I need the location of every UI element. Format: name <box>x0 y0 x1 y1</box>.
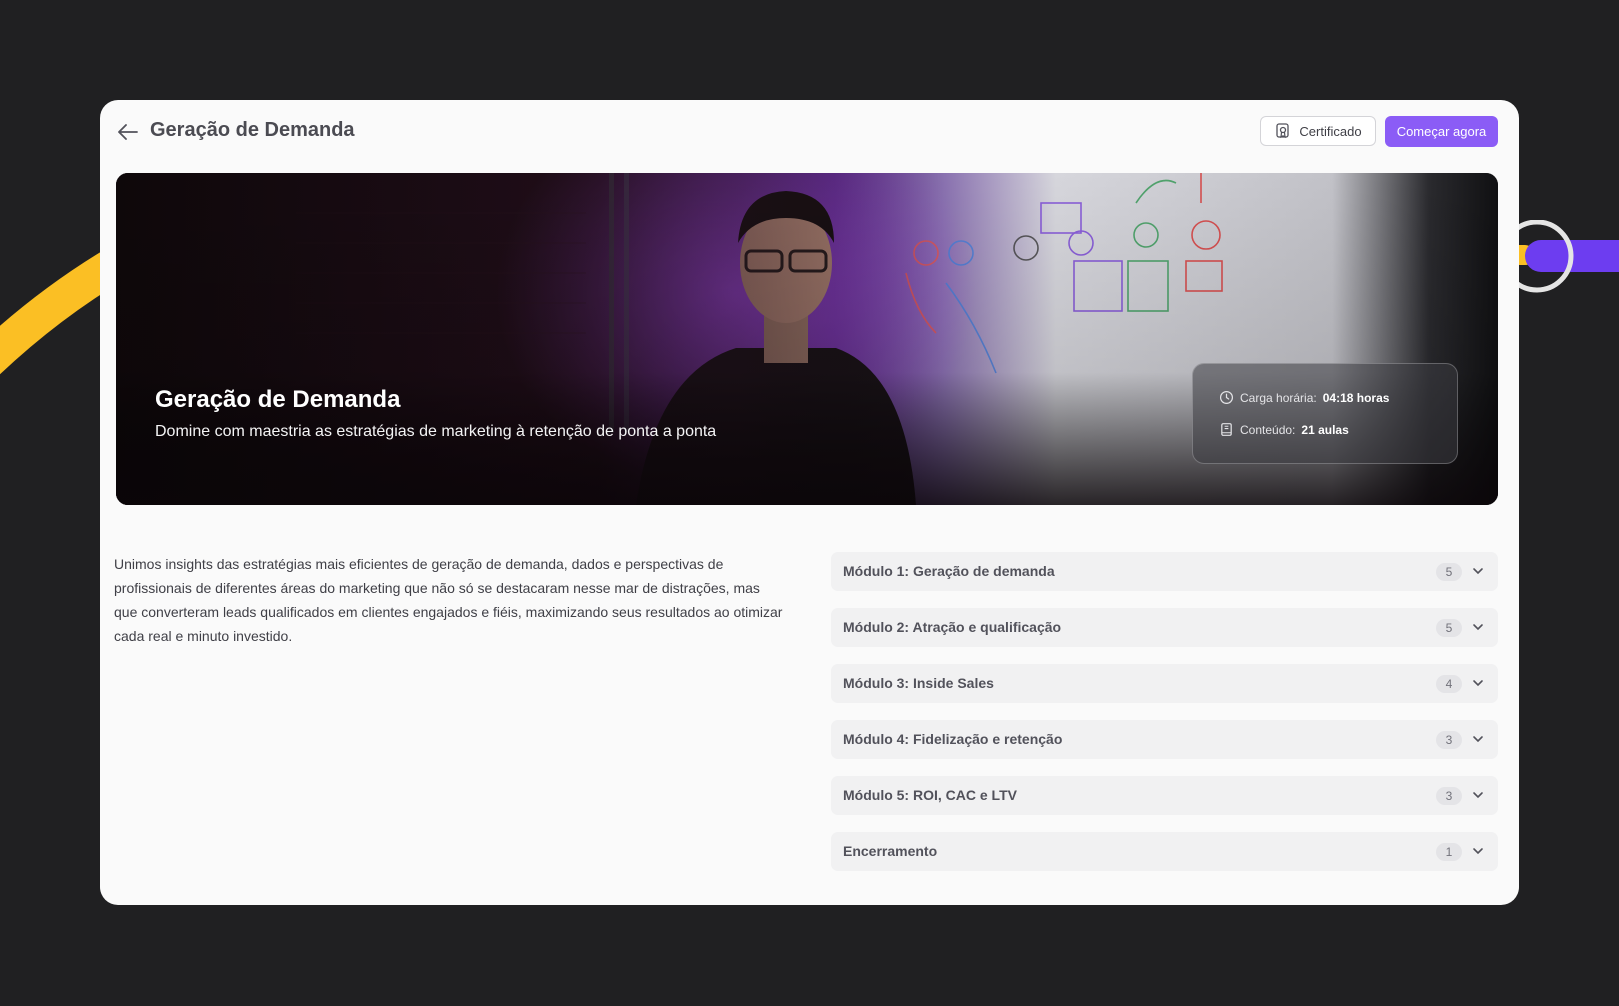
lesson-count-badge: 3 <box>1436 787 1462 805</box>
chevron-down-icon <box>1473 848 1483 855</box>
module-title: Encerramento <box>843 843 938 859</box>
top-bar: Geração de Demanda Certificado Começar a… <box>100 100 1519 164</box>
workload-label: Carga horária: <box>1240 390 1317 405</box>
content-value: 21 aulas <box>1301 422 1349 437</box>
arrow-left-icon <box>118 124 138 140</box>
module-title: Módulo 1: Geração de demanda <box>843 563 1055 579</box>
lesson-count-badge: 5 <box>1436 619 1462 637</box>
start-now-button[interactable]: Começar agora <box>1385 116 1498 147</box>
chevron-down-icon <box>1473 792 1483 799</box>
chevron-down-icon <box>1473 736 1483 743</box>
module-item[interactable]: Encerramento 1 <box>831 832 1498 871</box>
module-item[interactable]: Módulo 3: Inside Sales 4 <box>831 664 1498 703</box>
module-item[interactable]: Módulo 5: ROI, CAC e LTV 3 <box>831 776 1498 815</box>
workload-row: Carga horária: 04:18 horas <box>1219 390 1389 405</box>
decorative-toggle-shape <box>1505 220 1619 293</box>
book-icon <box>1221 423 1232 436</box>
hero-banner: Geração de Demanda Domine com maestria a… <box>116 173 1498 505</box>
module-title: Módulo 2: Atração e qualificação <box>843 619 1062 635</box>
certificate-label: Certificado <box>1299 123 1362 139</box>
hero-subtitle: Domine com maestria as estratégias de ma… <box>155 423 717 440</box>
chevron-down-icon <box>1473 568 1483 575</box>
certificate-icon <box>1276 123 1290 139</box>
course-info-box: Carga horária: 04:18 horas Conteúdo: 21 … <box>1192 363 1458 464</box>
content-row: Conteúdo: 21 aulas <box>1219 422 1349 437</box>
module-list: Módulo 1: Geração de demanda 5 Módulo 2:… <box>831 552 1498 888</box>
chevron-down-icon <box>1473 680 1483 687</box>
module-item[interactable]: Módulo 1: Geração de demanda 5 <box>831 552 1498 591</box>
lesson-count-badge: 5 <box>1436 563 1462 581</box>
lesson-count-badge: 3 <box>1436 731 1462 749</box>
workload-value: 04:18 horas <box>1322 390 1390 405</box>
course-description: Unimos insights das estratégias mais efi… <box>114 556 783 644</box>
clock-icon <box>1219 390 1234 405</box>
certificate-button[interactable]: Certificado <box>1260 116 1376 146</box>
hero-title: Geração de Demanda <box>155 386 401 413</box>
content-label: Conteúdo: <box>1240 422 1296 437</box>
module-title: Módulo 4: Fidelização e retenção <box>843 731 1063 747</box>
lesson-count-badge: 1 <box>1436 843 1462 861</box>
module-title: Módulo 5: ROI, CAC e LTV <box>843 787 1017 803</box>
module-item[interactable]: Módulo 4: Fidelização e retenção 3 <box>831 720 1498 759</box>
module-title: Módulo 3: Inside Sales <box>843 675 994 691</box>
lesson-count-badge: 4 <box>1436 675 1462 693</box>
page-title: Geração de Demanda <box>150 119 355 141</box>
module-item[interactable]: Módulo 2: Atração e qualificação 5 <box>831 608 1498 647</box>
course-card: Geração de Demanda Certificado Começar a… <box>100 100 1519 905</box>
chevron-down-icon <box>1473 624 1483 631</box>
back-button[interactable] <box>114 118 142 146</box>
